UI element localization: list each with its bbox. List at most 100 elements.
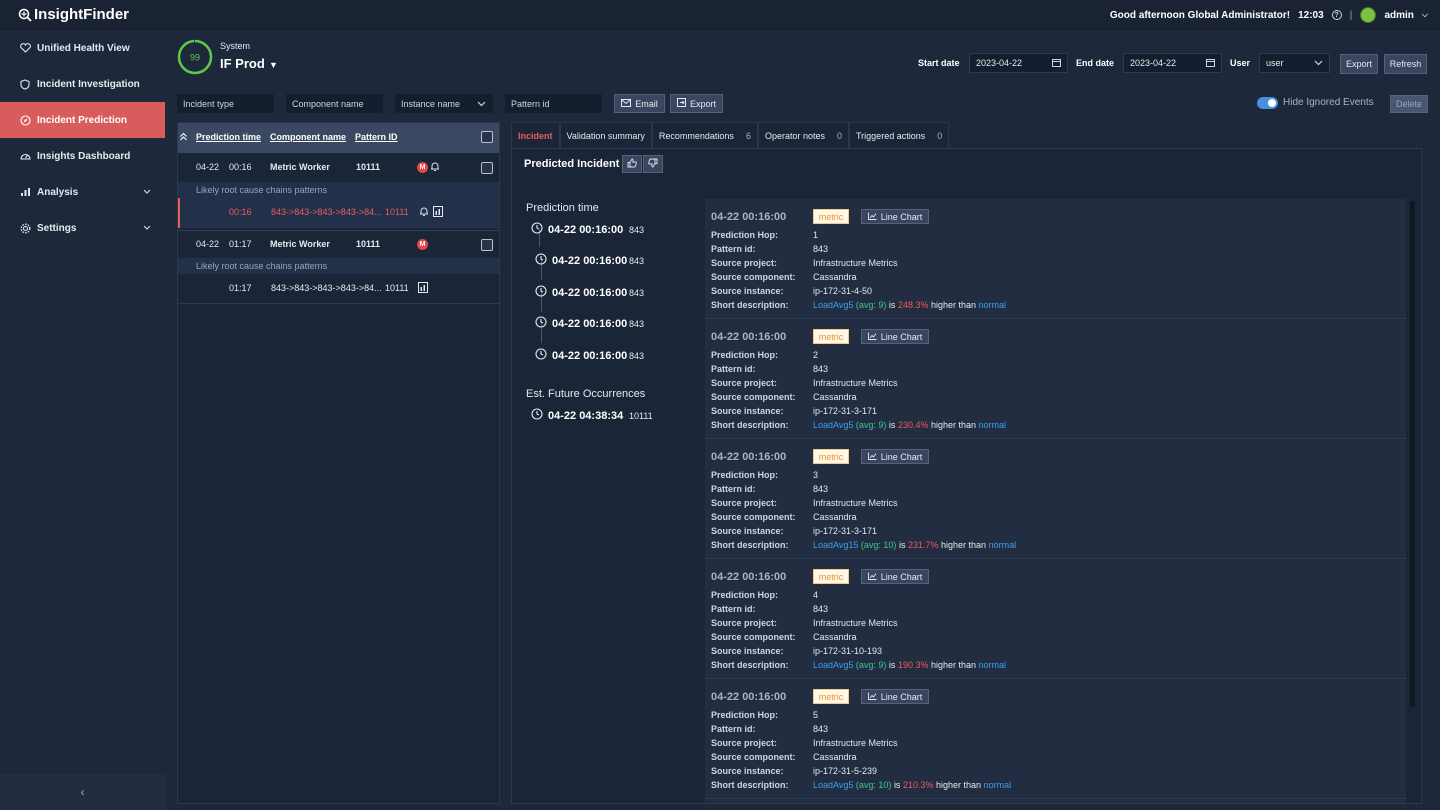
metric-tag: metric [813, 569, 849, 584]
caret-down-icon[interactable]: ▼ [269, 60, 278, 70]
incident-tab-content: Predicted Incident Prediction time 04-22… [511, 148, 1422, 804]
timeline-item[interactable]: 04-22 00:16:00 843 [535, 348, 644, 363]
report-icon[interactable] [433, 206, 443, 219]
incident-type-filter[interactable]: Incident type [177, 94, 274, 113]
sidebar-item-analysis[interactable]: Analysis [0, 174, 165, 210]
field-value: 4 [813, 590, 819, 600]
divider: | [1349, 9, 1353, 21]
metric-name-link[interactable]: LoadAvg5 [813, 780, 853, 790]
thumbs-up-button[interactable] [622, 155, 642, 173]
line-chart-button[interactable]: Line Chart [861, 329, 929, 344]
metric-tag: metric [813, 209, 849, 224]
tab-incident[interactable]: Incident [511, 122, 560, 148]
start-date-input[interactable]: 2023-04-22 [969, 53, 1068, 73]
metric-name-link[interactable]: LoadAvg5 [813, 420, 853, 430]
row-checkbox[interactable] [481, 239, 493, 251]
metric-name-link[interactable]: LoadAvg15 [813, 540, 858, 550]
timeline-item[interactable]: 04-22 00:16:00 843 [535, 316, 644, 331]
metric-name-link[interactable]: LoadAvg5 [813, 660, 853, 670]
line-chart-button[interactable]: Line Chart [861, 569, 929, 584]
user-name[interactable]: admin [1384, 10, 1413, 21]
incident-detail-panel: Incident Validation summary Recommendati… [511, 122, 1422, 804]
collapse-all-icon[interactable] [179, 132, 188, 143]
future-occurrence-item[interactable]: 04-22 04:38:34 10111 [531, 408, 653, 423]
user-select-value: user [1266, 58, 1284, 68]
export-list-button[interactable]: Export [670, 94, 723, 113]
timeline-item[interactable]: 04-22 00:16:00 843 [535, 285, 644, 300]
line-chart-button[interactable]: Line Chart [861, 689, 929, 704]
row-pattern: 10111 [356, 239, 381, 249]
normal-link[interactable]: normal [979, 420, 1007, 430]
chevron-down-icon[interactable]: ⌵ [1422, 10, 1428, 20]
refresh-button[interactable]: Refresh [1384, 54, 1427, 74]
end-date-value: 2023-04-22 [1130, 58, 1177, 68]
predicted-incident-title: Predicted Incident [524, 158, 620, 170]
line-chart-button[interactable]: Line Chart [861, 209, 929, 224]
normal-link[interactable]: normal [984, 780, 1012, 790]
thumbs-down-button[interactable] [643, 155, 663, 173]
root-cause-chain-row[interactable]: 00:16 843->843->843->843->84... 10111 [178, 198, 499, 228]
metric-avg: (avg: 10) [860, 540, 897, 550]
root-cause-chain-row[interactable]: 01:17 843->843->843->843->84... 10111 [178, 274, 499, 304]
export-button[interactable]: Export [1340, 54, 1378, 74]
sidebar-item-label: Analysis [37, 186, 79, 198]
normal-link[interactable]: normal [979, 660, 1007, 670]
timeline-item[interactable]: 04-22 00:16:00 843 [535, 253, 644, 268]
tab-recommendations[interactable]: Recommendations 6 [651, 122, 758, 148]
sidebar-item-incident-prediction[interactable]: Incident Prediction [0, 102, 165, 138]
tab-operator-notes[interactable]: Operator notes 0 [757, 122, 850, 148]
mail-icon [621, 98, 632, 109]
select-all-checkbox[interactable] [481, 131, 493, 143]
field-label: Short description: [711, 300, 789, 310]
sidebar-item-unified-health-view[interactable]: Unified Health View [0, 30, 165, 66]
table-row[interactable]: 04-22 01:17 Metric Worker 10111 M [178, 230, 499, 258]
row-checkbox[interactable] [481, 162, 493, 174]
column-header-pattern-id[interactable]: Pattern ID [355, 132, 398, 142]
pattern-id-filter[interactable]: Pattern id [505, 94, 602, 113]
chain-time: 01:17 [229, 283, 252, 293]
avatar[interactable] [1360, 7, 1377, 23]
table-row[interactable]: 04-22 00:16 Metric Worker 10111 M [178, 154, 499, 182]
normal-link[interactable]: normal [989, 540, 1017, 550]
tab-validation-summary[interactable]: Validation summary [559, 122, 652, 148]
system-selector[interactable]: IF Prod [220, 56, 265, 71]
desc-higher: higher than [941, 540, 987, 550]
report-icon[interactable] [418, 282, 428, 295]
email-button[interactable]: Email [614, 94, 665, 113]
component-name-filter[interactable]: Component name [286, 94, 383, 113]
line-chart-button[interactable]: Line Chart [861, 449, 929, 464]
sidebar-item-incident-investigation[interactable]: Incident Investigation [0, 66, 165, 102]
scrollbar[interactable] [1410, 201, 1415, 707]
heart-pulse-icon [19, 42, 31, 54]
bell-icon[interactable] [419, 206, 429, 219]
calendar-icon [1052, 58, 1061, 69]
desc-higher: higher than [936, 780, 982, 790]
clock-icon [535, 348, 547, 363]
timeline-item[interactable]: 04-22 00:16:00 843 [531, 222, 644, 237]
metric-name-link[interactable]: LoadAvg5 [813, 300, 853, 310]
help-icon[interactable]: ? [1331, 10, 1342, 20]
user-select[interactable]: user [1259, 53, 1330, 73]
clock-text: 12:03 [1298, 9, 1324, 21]
sidebar-collapse-button[interactable]: ‹ [0, 774, 165, 810]
metric-percent: 190.3% [897, 660, 929, 670]
hide-ignored-toggle[interactable] [1257, 97, 1278, 109]
hop-card: 04-22 00:16:00 metric Line Chart Prediction… [705, 559, 1406, 679]
instance-name-filter[interactable]: Instance name [395, 94, 493, 113]
bell-icon[interactable] [430, 161, 440, 174]
top-bar: InsightFinder Good afternoon Global Admi… [0, 0, 1440, 30]
sidebar-item-settings[interactable]: Settings [0, 210, 165, 246]
field-label: Prediction Hop: [711, 470, 778, 480]
field-label: Source component: [711, 392, 796, 402]
normal-link[interactable]: normal [979, 300, 1007, 310]
column-header-prediction-time[interactable]: Prediction time [196, 132, 261, 142]
line-chart-label: Line Chart [880, 691, 923, 702]
end-date-input[interactable]: 2023-04-22 [1123, 53, 1222, 73]
delete-button[interactable]: Delete [1390, 95, 1428, 113]
column-header-component-name[interactable]: Component name [270, 132, 346, 142]
field-label: Prediction Hop: [711, 230, 778, 240]
sidebar-item-insights-dashboard[interactable]: Insights Dashboard [0, 138, 165, 174]
line-chart-icon [867, 212, 877, 222]
tab-triggered-actions[interactable]: Triggered actions 0 [849, 122, 950, 148]
logo[interactable]: InsightFinder [18, 6, 129, 23]
